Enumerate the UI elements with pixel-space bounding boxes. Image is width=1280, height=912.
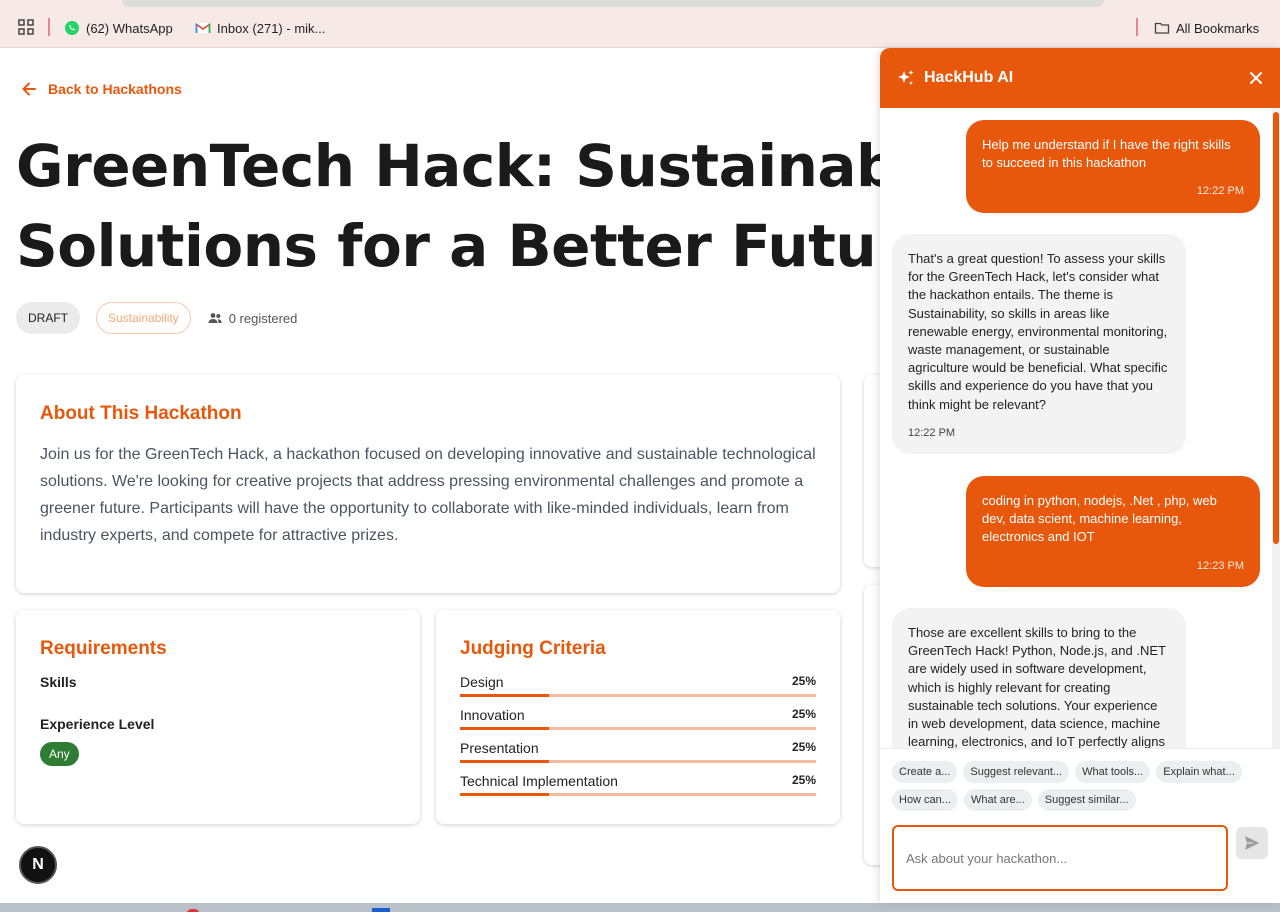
criterion-bar	[460, 760, 816, 763]
user-message: coding in python, nodejs, .Net , php, we…	[966, 476, 1260, 587]
ai-message: That's a great question! To assess your …	[892, 234, 1186, 455]
back-to-hackathons-link[interactable]: Back to Hackathons	[20, 80, 182, 98]
bookmark-label: (62) WhatsApp	[86, 20, 173, 36]
chat-header: HackHub AI	[880, 48, 1280, 108]
taskbar-app-icon[interactable]	[372, 908, 390, 912]
criterion-technical-implementation: Technical Implementation 25%	[460, 773, 816, 796]
all-bookmarks-label: All Bookmarks	[1176, 20, 1260, 36]
experience-level-badge: Any	[40, 742, 79, 766]
message-text: Help me understand if I have the right s…	[982, 137, 1231, 171]
suggestion-chip[interactable]: What tools...	[1075, 761, 1151, 783]
message-text: That's a great question! To assess your …	[908, 251, 1168, 412]
ai-message: Those are excellent skills to bring to t…	[892, 608, 1186, 748]
criterion-bar-fill	[460, 694, 549, 697]
message-time: 12:22 PM	[908, 426, 956, 439]
criterion-innovation: Innovation 25%	[460, 707, 816, 730]
chat-scrollbar[interactable]	[1272, 108, 1280, 748]
people-icon	[208, 313, 222, 323]
chat-input[interactable]: Ask about your hackathon...	[892, 825, 1228, 891]
criterion-name: Presentation	[460, 740, 539, 756]
criterion-name: Technical Implementation	[460, 773, 618, 789]
suggestion-chip[interactable]: Create a...	[892, 761, 958, 783]
bookmarks-bar: (62) WhatsApp Inbox (271) - mik... All B…	[0, 8, 1280, 48]
suggestion-chip[interactable]: Explain what...	[1156, 761, 1242, 783]
criterion-percent: 25%	[791, 773, 816, 787]
chat-footer: Create a... Suggest relevant... What too…	[880, 748, 1280, 903]
chat-title: HackHub AI	[924, 69, 1014, 86]
criterion-bar-fill	[460, 727, 549, 730]
requirements-card: Requirements Skills Experience Level Any	[16, 610, 420, 824]
browser-top-strip	[0, 0, 1280, 8]
bookmark-gmail[interactable]: Inbox (271) - mik...	[195, 18, 325, 38]
page-title-line2: Solutions for a Better Future	[16, 212, 944, 280]
requirements-heading: Requirements	[40, 638, 167, 659]
user-message: Help me understand if I have the right s…	[966, 120, 1260, 213]
suggestion-chip[interactable]: Suggest relevant...	[963, 761, 1070, 783]
ai-chat-panel: HackHub AI Help me understand if I have …	[880, 48, 1280, 903]
close-icon[interactable]	[1248, 70, 1264, 86]
nextjs-dev-button[interactable]: N	[19, 846, 57, 884]
skills-label: Skills	[40, 674, 77, 690]
suggestion-chips: Create a... Suggest relevant... What too…	[892, 761, 1272, 811]
status-badge: DRAFT	[16, 302, 80, 334]
criterion-percent: 25%	[791, 674, 816, 688]
address-bar-edge	[122, 0, 1104, 7]
about-heading: About This Hackathon	[40, 403, 242, 424]
send-button[interactable]	[1236, 827, 1268, 859]
suggestion-chip[interactable]: What are...	[963, 789, 1032, 811]
judging-criteria-card: Judging Criteria Design 25% Innovation 25%…	[436, 610, 840, 824]
page-title-line1: GreenTech Hack: Sustainable	[16, 132, 956, 200]
folder-icon	[1154, 22, 1170, 34]
bookmark-whatsapp[interactable]: (62) WhatsApp	[64, 18, 173, 38]
message-text: coding in python, nodejs, .Net , php, we…	[982, 493, 1217, 545]
whatsapp-icon	[65, 21, 79, 35]
criterion-bar	[460, 793, 816, 796]
sparkles-icon	[898, 70, 914, 85]
bookmarks-separator	[1136, 18, 1138, 36]
registered-label: 0 registered	[228, 310, 298, 326]
message-text: Those are excellent skills to bring to t…	[908, 625, 1166, 748]
experience-label: Experience Level	[40, 716, 155, 732]
criterion-percent: 25%	[791, 707, 816, 721]
bookmarks-separator	[48, 18, 50, 36]
apps-grid-icon[interactable]	[18, 19, 34, 35]
category-badge: Sustainability	[96, 302, 191, 334]
criterion-name: Design	[460, 674, 504, 690]
gmail-icon	[195, 23, 211, 33]
suggestion-chip[interactable]: Suggest similar...	[1037, 789, 1136, 811]
criterion-design: Design 25%	[460, 674, 816, 697]
taskbar-edge	[0, 903, 1280, 912]
page-title: GreenTech Hack: Sustainable Solutions fo…	[16, 126, 956, 286]
scrollbar-thumb[interactable]	[1273, 112, 1279, 544]
criterion-name: Innovation	[460, 707, 525, 723]
bookmark-label: Inbox (271) - mik...	[217, 20, 326, 36]
criterion-bar	[460, 694, 816, 697]
judging-heading: Judging Criteria	[460, 638, 606, 659]
hackathon-meta: DRAFT Sustainability 0 registered	[16, 302, 297, 334]
suggestion-chip[interactable]: How can...	[892, 789, 958, 811]
all-bookmarks-button[interactable]: All Bookmarks	[1154, 18, 1259, 38]
about-text: Join us for the GreenTech Hack, a hackat…	[40, 446, 816, 544]
arrow-left-icon	[22, 82, 36, 96]
criterion-presentation: Presentation 25%	[460, 740, 816, 763]
registered-count: 0 registered	[207, 310, 298, 326]
criterion-bar-fill	[460, 793, 549, 796]
criterion-percent: 25%	[791, 740, 816, 754]
chat-messages[interactable]: Help me understand if I have the right s…	[880, 108, 1272, 748]
message-time: 12:23 PM	[1196, 559, 1244, 572]
send-icon	[1245, 836, 1259, 850]
message-time: 12:22 PM	[1196, 185, 1244, 198]
about-card: About This Hackathon Join us for the Gre…	[16, 375, 840, 593]
criterion-bar	[460, 727, 816, 730]
criterion-bar-fill	[460, 760, 549, 763]
back-label: Back to Hackathons	[48, 81, 182, 97]
